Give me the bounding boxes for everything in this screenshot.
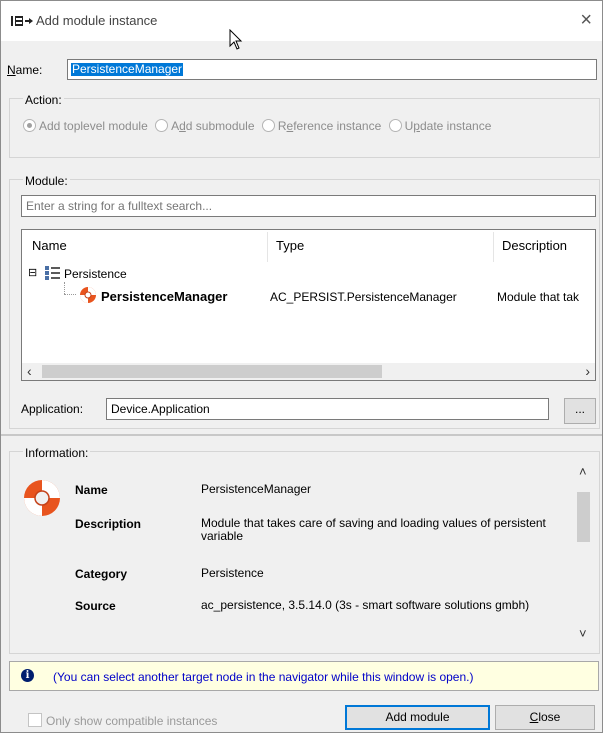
browse-application-button[interactable]: ... [564,398,596,424]
close-button[interactable]: Close [495,705,595,730]
radio-update-instance[interactable]: Update instance [388,119,491,133]
info-notice: i (You can select another target node in… [9,661,599,691]
radio-add-toplevel[interactable]: Add toplevel module [23,119,148,133]
radio-button[interactable] [155,119,169,132]
column-separator[interactable] [267,232,268,262]
fulltext-search-input[interactable] [21,195,596,217]
compatible-instances-checkbox[interactable]: Only show compatible instances [28,713,217,728]
scroll-right-icon[interactable]: › [585,363,590,379]
info-key-source: Source [75,599,116,613]
module-tree[interactable]: Name Type Description ⊟ Persistence Pers… [21,229,596,381]
tree-item-description: Module that tak [497,290,580,304]
window-title: Add module instance [36,13,158,28]
tree-item-type: AC_PERSIST.PersistenceManager [270,290,457,304]
information-vertical-scrollbar[interactable]: ˄ ˅ [575,464,592,646]
info-key-category: Category [75,567,128,581]
info-value-source: ac_persistence, 3.5.14.0 (3s - smart sof… [201,598,530,612]
info-value-description: Module that takes care of saving and loa… [201,516,546,543]
tree-item-persistence-manager[interactable]: PersistenceManager [101,289,227,304]
scroll-down-icon[interactable]: ˅ [579,626,587,641]
column-header-type[interactable]: Type [276,238,304,253]
name-field[interactable]: PersistenceManager [67,59,597,80]
scrollbar-thumb[interactable] [42,365,382,378]
column-separator[interactable] [493,232,494,262]
action-group-label: Action: [23,93,64,107]
scroll-up-icon[interactable]: ˄ [579,464,587,479]
tree-connector [64,294,76,296]
name-field-value: PersistenceManager [71,62,184,76]
scroll-left-icon[interactable]: ‹ [27,363,32,379]
scrollbar-thumb[interactable] [577,492,590,542]
horizontal-scrollbar[interactable]: ‹ › [22,363,595,380]
lifebuoy-large-icon [24,480,60,516]
add-module-button[interactable]: Add module [345,705,490,730]
info-value-name: PersistenceManager [201,482,312,496]
module-group-label: Module: [23,174,70,188]
name-label: Name: [7,63,43,77]
dialog-window: Add module instance × Name: PersistenceM… [0,0,603,733]
info-key-name: Name [75,483,108,497]
radio-button[interactable] [23,119,36,132]
tree-connector [64,282,66,294]
application-field[interactable]: Device.Application [106,398,549,420]
radio-button[interactable] [261,119,275,132]
information-group-label: Information: [23,446,91,460]
category-folder-icon [45,266,60,280]
tree-expander-icon[interactable]: ⊟ [28,266,37,279]
action-options: Add toplevel module Add submodule Refere… [23,119,495,133]
info-key-description: Description [75,517,142,531]
checkbox-box[interactable] [28,713,42,727]
tree-item-persistence[interactable]: Persistence [64,267,127,281]
close-icon[interactable]: × [580,9,592,32]
radio-add-submodule[interactable]: Add submodule [155,119,255,133]
notice-text: (You can select another target node in t… [53,670,474,684]
column-header-description[interactable]: Description [502,238,567,253]
mouse-pointer-icon [229,29,243,50]
application-label: Application: [21,402,84,416]
radio-button[interactable] [388,119,402,132]
radio-reference-instance[interactable]: Reference instance [261,119,381,133]
info-icon: i [21,669,34,682]
panel-divider[interactable] [1,434,602,436]
column-header-name[interactable]: Name [32,238,67,253]
title-bar[interactable]: Add module instance × [1,1,602,41]
lifebuoy-icon [80,287,96,303]
info-value-category: Persistence [201,566,264,580]
module-instance-icon [11,16,33,26]
